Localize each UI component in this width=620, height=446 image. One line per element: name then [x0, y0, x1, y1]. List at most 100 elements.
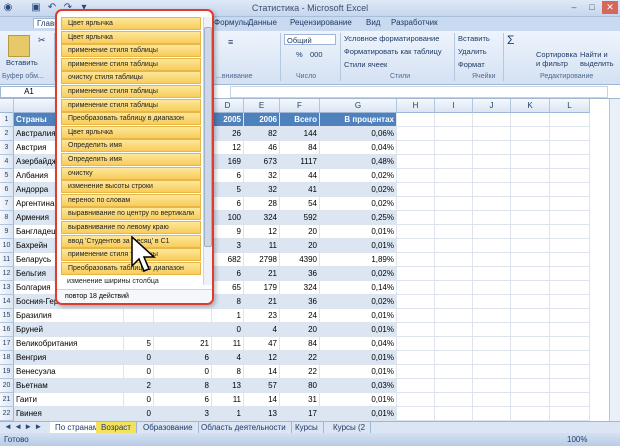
table-cell[interactable]: [473, 309, 511, 323]
table-cell[interactable]: 3: [212, 239, 244, 253]
table-cell[interactable]: [550, 337, 590, 351]
table-cell[interactable]: [473, 127, 511, 141]
cell-styles-button[interactable]: Стили ячеек: [344, 60, 387, 69]
undo-item[interactable]: выравнивание по левому краю: [61, 220, 201, 234]
table-cell[interactable]: [397, 141, 435, 155]
table-cell[interactable]: 4: [212, 351, 244, 365]
table-cell[interactable]: [473, 253, 511, 267]
table-cell[interactable]: [397, 365, 435, 379]
table-cell[interactable]: 0: [124, 407, 154, 421]
table-cell[interactable]: 179: [244, 281, 280, 295]
table-cell[interactable]: 36: [280, 295, 320, 309]
table-cell[interactable]: 20: [280, 239, 320, 253]
table-cell[interactable]: 84: [280, 337, 320, 351]
row-header[interactable]: 16: [0, 323, 14, 337]
table-cell[interactable]: [397, 309, 435, 323]
table-cell[interactable]: [550, 253, 590, 267]
table-cell[interactable]: 47: [244, 337, 280, 351]
table-cell[interactable]: [550, 197, 590, 211]
paste-button[interactable]: Вставить: [6, 58, 38, 67]
table-cell[interactable]: 84: [280, 141, 320, 155]
table-cell[interactable]: [511, 197, 550, 211]
table-header-cell[interactable]: [435, 113, 473, 127]
table-cell[interactable]: 36: [280, 267, 320, 281]
table-cell[interactable]: [435, 155, 473, 169]
table-cell[interactable]: [511, 155, 550, 169]
table-cell[interactable]: 1,89%: [320, 253, 397, 267]
table-cell[interactable]: Гаити: [14, 393, 124, 407]
table-cell[interactable]: 9: [212, 225, 244, 239]
table-cell[interactable]: 0,02%: [320, 295, 397, 309]
table-cell[interactable]: [435, 309, 473, 323]
table-cell[interactable]: 0,01%: [320, 351, 397, 365]
table-header-cell[interactable]: 2005: [212, 113, 244, 127]
table-cell[interactable]: 57: [244, 379, 280, 393]
table-cell[interactable]: 32: [244, 169, 280, 183]
row-header[interactable]: 15: [0, 309, 14, 323]
undo-item[interactable]: Цвет ярлычка: [61, 17, 201, 30]
column-header-d[interactable]: D: [212, 99, 244, 113]
table-cell[interactable]: [473, 267, 511, 281]
table-cell[interactable]: [511, 127, 550, 141]
table-cell[interactable]: [511, 239, 550, 253]
tab-developer[interactable]: Разработчик: [391, 18, 438, 27]
row-header[interactable]: 2: [0, 127, 14, 141]
table-cell[interactable]: [473, 365, 511, 379]
insert-cells-button[interactable]: Вставить: [458, 34, 490, 43]
align-icon[interactable]: ≡: [228, 37, 233, 47]
table-cell[interactable]: [550, 239, 590, 253]
tab-formulas[interactable]: Формулы: [214, 18, 249, 27]
percent-button[interactable]: %: [296, 50, 303, 59]
close-icon[interactable]: ✕: [602, 1, 618, 14]
table-cell[interactable]: [511, 169, 550, 183]
table-cell[interactable]: 65: [212, 281, 244, 295]
table-cell[interactable]: [550, 141, 590, 155]
undo-item[interactable]: применение стиля таблицы: [61, 44, 201, 58]
format-cells-button[interactable]: Формат: [458, 60, 485, 69]
table-cell[interactable]: [511, 211, 550, 225]
table-cell[interactable]: [473, 379, 511, 393]
table-cell[interactable]: [397, 169, 435, 183]
table-cell[interactable]: [473, 281, 511, 295]
table-cell[interactable]: [124, 323, 154, 337]
sheet-nav-icons[interactable]: ◄ ◄ ► ►: [4, 422, 42, 431]
table-cell[interactable]: [550, 365, 590, 379]
number-format-select[interactable]: Общий: [284, 34, 336, 45]
table-cell[interactable]: 80: [280, 379, 320, 393]
table-cell[interactable]: [550, 281, 590, 295]
table-cell[interactable]: [511, 351, 550, 365]
table-cell[interactable]: 54: [280, 197, 320, 211]
table-cell[interactable]: 673: [244, 155, 280, 169]
table-cell[interactable]: 17: [280, 407, 320, 421]
sheet-tab[interactable]: Возраст: [96, 422, 137, 433]
row-header[interactable]: 6: [0, 183, 14, 197]
table-header-cell[interactable]: [397, 113, 435, 127]
undo-item[interactable]: Преобразовать таблицу в диапазон: [61, 112, 201, 126]
table-cell[interactable]: [550, 309, 590, 323]
table-cell[interactable]: 14: [244, 393, 280, 407]
table-cell[interactable]: [511, 267, 550, 281]
table-cell[interactable]: Бразилия: [14, 309, 124, 323]
table-cell[interactable]: 12: [244, 351, 280, 365]
table-cell[interactable]: Венгрия: [14, 351, 124, 365]
table-cell[interactable]: 11: [244, 239, 280, 253]
table-cell[interactable]: 0,06%: [320, 127, 397, 141]
table-cell[interactable]: 0,04%: [320, 141, 397, 155]
table-cell[interactable]: [397, 351, 435, 365]
table-cell[interactable]: [397, 155, 435, 169]
zoom-level[interactable]: 100%: [567, 433, 587, 446]
table-cell[interactable]: [550, 225, 590, 239]
table-cell[interactable]: [435, 183, 473, 197]
table-cell[interactable]: [550, 295, 590, 309]
table-cell[interactable]: 11: [212, 337, 244, 351]
table-cell[interactable]: [511, 183, 550, 197]
table-cell[interactable]: 6: [212, 197, 244, 211]
table-cell[interactable]: [435, 379, 473, 393]
row-header[interactable]: 18: [0, 351, 14, 365]
undo-scroll-thumb[interactable]: [204, 27, 212, 247]
table-cell[interactable]: [397, 323, 435, 337]
row-header[interactable]: 19: [0, 365, 14, 379]
table-cell[interactable]: 21: [154, 337, 212, 351]
row-header[interactable]: 14: [0, 295, 14, 309]
table-cell[interactable]: [473, 407, 511, 421]
